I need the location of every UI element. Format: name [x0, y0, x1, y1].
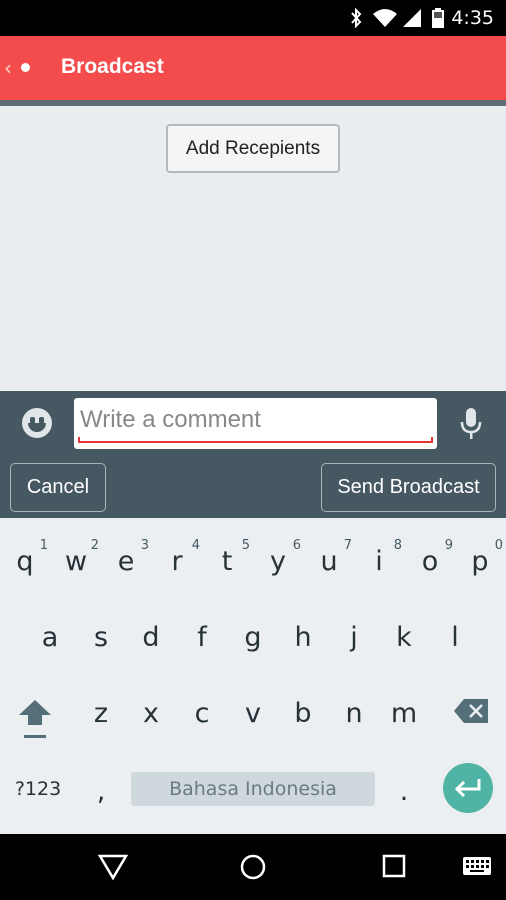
- emoji-mouth: [28, 423, 46, 432]
- enter-arrow-icon: [454, 779, 481, 798]
- key-hint: 2: [90, 538, 99, 553]
- emoji-icon[interactable]: [22, 408, 52, 438]
- add-recipients-button[interactable]: Add Recepients: [166, 124, 340, 173]
- period-key[interactable]: .: [379, 776, 429, 807]
- key-j[interactable]: j: [329, 622, 379, 653]
- keyboard-switch-icon[interactable]: [462, 856, 492, 876]
- clock: 4:35: [451, 7, 494, 29]
- key-l[interactable]: l: [430, 622, 480, 653]
- shift-icon[interactable]: [18, 698, 52, 740]
- key-y[interactable]: y6: [253, 538, 303, 577]
- battery-icon: [432, 8, 444, 28]
- key-label: e: [117, 546, 135, 577]
- key-label: i: [375, 546, 383, 577]
- microphone-icon[interactable]: [458, 407, 484, 441]
- key-label: p: [471, 546, 489, 577]
- key-label: w: [64, 546, 88, 577]
- main-content: Add Recepients: [0, 106, 506, 391]
- compose-panel: Cancel Send Broadcast: [0, 391, 506, 518]
- action-bar: ‹ Broadcast: [0, 36, 506, 100]
- wifi-icon: [373, 9, 397, 27]
- key-label: t: [221, 546, 233, 577]
- key-n[interactable]: n: [329, 698, 379, 729]
- key-h[interactable]: h: [278, 622, 328, 653]
- comment-input[interactable]: [80, 402, 430, 438]
- key-hint: 0: [494, 538, 503, 553]
- key-o[interactable]: o9: [405, 538, 455, 577]
- key-p[interactable]: p0: [455, 538, 505, 577]
- space-bar[interactable]: Bahasa Indonesia: [131, 772, 375, 806]
- key-t[interactable]: t5: [202, 538, 252, 577]
- key-g[interactable]: g: [228, 622, 278, 653]
- key-a[interactable]: a: [25, 622, 75, 653]
- key-f[interactable]: f: [177, 622, 227, 653]
- key-label: u: [320, 546, 338, 577]
- key-hint: 3: [140, 538, 149, 553]
- key-w[interactable]: w2: [51, 538, 101, 577]
- key-k[interactable]: k: [379, 622, 429, 653]
- send-broadcast-button[interactable]: Send Broadcast: [321, 463, 496, 512]
- key-q[interactable]: q1: [0, 538, 50, 577]
- comma-key[interactable]: ,: [76, 776, 126, 807]
- key-d[interactable]: d: [126, 622, 176, 653]
- key-v[interactable]: v: [228, 698, 278, 729]
- key-i[interactable]: i8: [354, 538, 404, 577]
- key-r[interactable]: r4: [152, 538, 202, 577]
- key-c[interactable]: c: [177, 698, 227, 729]
- key-z[interactable]: z: [76, 698, 126, 729]
- bluetooth-icon: [351, 8, 362, 28]
- key-label: q: [16, 546, 34, 577]
- comment-underline-right: [431, 437, 433, 443]
- key-label: o: [421, 546, 439, 577]
- key-x[interactable]: x: [126, 698, 176, 729]
- chevron-left-icon[interactable]: ‹: [4, 56, 12, 80]
- nav-bar: [0, 834, 506, 900]
- symbols-key[interactable]: ?123: [12, 778, 64, 800]
- key-b[interactable]: b: [278, 698, 328, 729]
- comment-field[interactable]: [74, 398, 437, 449]
- key-hint: 9: [444, 538, 453, 553]
- key-s[interactable]: s: [76, 622, 126, 653]
- comment-underline: [78, 441, 433, 443]
- key-label: r: [171, 546, 183, 577]
- key-u[interactable]: u7: [304, 538, 354, 577]
- home-circle-icon[interactable]: [240, 854, 266, 880]
- key-hint: 7: [343, 538, 352, 553]
- key-m[interactable]: m: [379, 698, 429, 729]
- key-hint: 6: [292, 538, 301, 553]
- key-hint: 1: [39, 538, 48, 553]
- back-triangle-icon[interactable]: [98, 854, 128, 880]
- status-bar: 4:35: [0, 0, 506, 36]
- page-title: Broadcast: [61, 55, 164, 78]
- backspace-icon[interactable]: [453, 698, 489, 724]
- enter-button[interactable]: [443, 763, 493, 813]
- key-hint: 5: [241, 538, 250, 553]
- key-e[interactable]: e3: [101, 538, 151, 577]
- signal-icon: [403, 9, 421, 27]
- cancel-button[interactable]: Cancel: [10, 463, 106, 512]
- recents-square-icon[interactable]: [382, 854, 406, 878]
- key-label: y: [270, 546, 286, 577]
- app-dot-icon: [21, 63, 30, 72]
- comment-underline-left: [78, 437, 80, 443]
- key-hint: 4: [191, 538, 200, 553]
- soft-keyboard: q1 w2 e3 r4 t5 y6 u7 i8 o9 p0 a s d f g …: [0, 518, 506, 834]
- key-hint: 8: [393, 538, 402, 553]
